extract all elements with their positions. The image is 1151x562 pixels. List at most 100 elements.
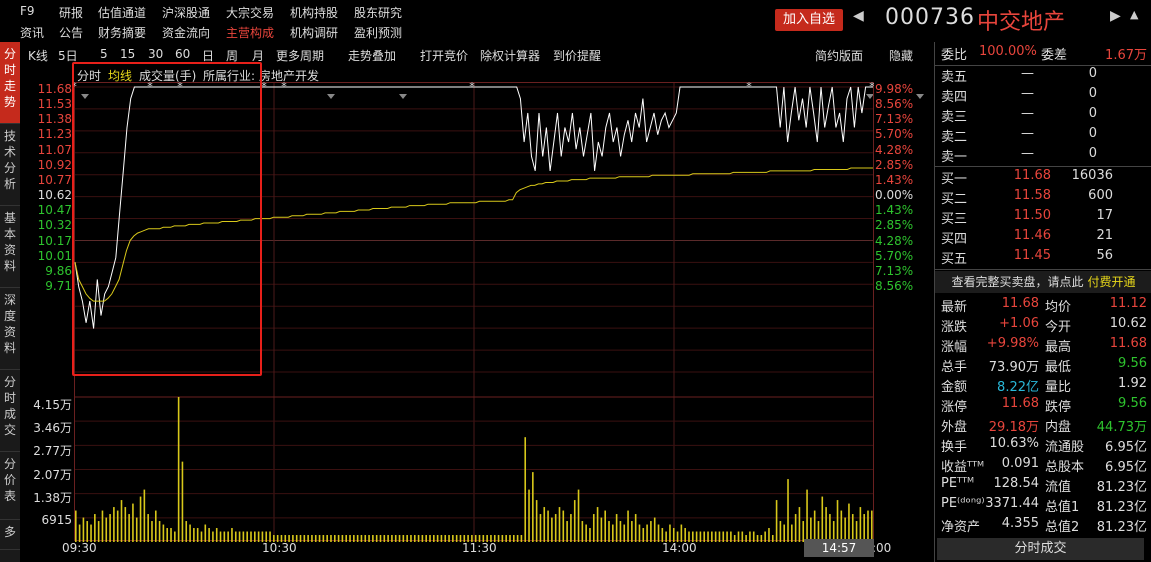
tick-detail-button[interactable]: 分时成交	[937, 538, 1144, 560]
volume-bar	[859, 507, 862, 542]
add-watchlist-button[interactable]: 加入自选	[775, 9, 843, 31]
volume-bar	[78, 524, 81, 542]
toolbar-item[interactable]: 30	[148, 47, 163, 61]
volume-bar	[791, 524, 793, 542]
topnav-item[interactable]: 股东研究	[354, 4, 402, 21]
cell: 9.56	[1118, 356, 1147, 371]
topnav-item[interactable]: 沪深股通	[162, 4, 210, 21]
percent-tick: 1.43%	[875, 172, 914, 187]
cell: +1.06	[999, 316, 1039, 331]
buy-row: 买五 11.45 56	[935, 248, 1151, 268]
toolbar-item[interactable]: 走势叠加	[348, 47, 408, 99]
cell: 内盘	[1045, 420, 1072, 435]
stat-row: 换手 10.63% 流通股 6.95亿	[935, 436, 1151, 456]
volume-bar	[669, 524, 671, 542]
topnav-item[interactable]: F9	[20, 4, 35, 18]
volume-bar	[764, 531, 766, 542]
topnav-item[interactable]: 机构持股	[290, 4, 338, 21]
left-tab[interactable]: 基本资料	[0, 206, 20, 288]
time-tick: 14:00	[662, 541, 697, 555]
volume-bar	[771, 535, 774, 542]
volume-bar	[440, 535, 443, 542]
time-tick: 09:30	[62, 541, 97, 555]
volume-bar	[604, 510, 606, 542]
price-tick: 9.86	[45, 263, 72, 278]
volume-bar	[113, 507, 115, 542]
asterisk-marker: *	[869, 82, 874, 93]
volume-bar	[730, 531, 732, 542]
volume-bar	[383, 535, 386, 542]
topnav-item[interactable]: 财务摘要	[98, 24, 146, 41]
volume-bar	[417, 535, 420, 542]
volume-bar	[82, 517, 85, 542]
topnav-item[interactable]: 研报	[59, 4, 83, 21]
topnav-item[interactable]: 盈利预测	[354, 24, 402, 41]
volume-bar	[745, 535, 747, 542]
left-tab[interactable]: 深度资料	[0, 288, 20, 370]
cell: 涨跌	[941, 320, 968, 335]
next-stock-icon[interactable]: ▶	[1110, 8, 1121, 24]
volume-bar	[775, 500, 778, 542]
volume-bar	[539, 514, 542, 542]
toolbar-item[interactable]: 60	[175, 47, 190, 61]
cell: 净资产	[941, 520, 981, 535]
percent-tick: 7.13%	[875, 112, 914, 127]
toolbar-item[interactable]: 5	[100, 47, 108, 61]
left-tab[interactable]: 分时走势	[0, 42, 20, 124]
volume-bar	[524, 437, 527, 542]
toolbar-item[interactable]: K线	[28, 47, 48, 64]
price-tick: 10.77	[37, 172, 72, 187]
volume-bar	[166, 528, 169, 542]
volume-bar	[779, 521, 782, 542]
topnav-item[interactable]: 主营构成	[226, 24, 274, 41]
volume-bar	[813, 510, 816, 542]
cell: 0	[1088, 106, 1097, 121]
volume-bar	[535, 500, 538, 542]
volume-bar	[322, 535, 325, 542]
toolbar-item[interactable]: 打开竞价	[420, 47, 468, 64]
volume-bar	[749, 531, 751, 542]
topnav-item[interactable]: 大宗交易	[226, 4, 274, 21]
pin-icon[interactable]: ▲	[1130, 8, 1138, 21]
volume-bar	[532, 472, 534, 542]
cell: 11.68	[1013, 168, 1051, 183]
left-tab[interactable]: 分价表	[0, 452, 20, 520]
cell: —	[1021, 106, 1034, 121]
promo-bar[interactable]: 查看完整买卖盘，请点此 付费开通	[935, 271, 1151, 293]
prev-stock-icon[interactable]: ◀	[853, 8, 864, 24]
volume-bar	[836, 500, 839, 542]
volume-bar	[505, 535, 507, 542]
volume-bar	[501, 535, 504, 542]
topnav-item[interactable]: 机构调研	[290, 24, 338, 41]
promo-link[interactable]: 付费开通	[1088, 275, 1136, 289]
left-tab[interactable]: 技术分析	[0, 124, 20, 206]
buy-row: 买一 11.68 16036	[935, 168, 1151, 188]
price-tick: 10.01	[37, 248, 72, 263]
volume-bar	[768, 528, 770, 542]
cell: 81.23亿	[1096, 500, 1147, 515]
stat-row: 涨幅 +9.98% 最高 11.68	[935, 336, 1151, 356]
volume-bar	[204, 524, 207, 542]
cell: 11.12	[1109, 296, 1147, 311]
volume-bar	[444, 535, 447, 542]
topnav-item[interactable]: 估值通道	[98, 4, 146, 21]
toolbar-item[interactable]: 更多周期	[276, 47, 336, 99]
cell: 100.00%	[979, 44, 1037, 59]
topnav-item[interactable]: 公告	[59, 24, 83, 41]
toolbar-right-item[interactable]: 简约版面	[815, 47, 875, 99]
volume-bar	[711, 531, 713, 542]
left-tab[interactable]: 多	[0, 520, 20, 550]
volume-bar	[714, 531, 717, 542]
toolbar-item[interactable]: 除权计算器	[480, 47, 540, 64]
divider	[935, 166, 1151, 167]
volume-bar	[661, 528, 664, 542]
topnav-item[interactable]: 资讯	[20, 24, 44, 41]
time-tick: :00	[872, 541, 892, 555]
left-tab[interactable]: 分时成交	[0, 370, 20, 452]
topnav-item[interactable]: 资金流向	[162, 24, 210, 41]
toolbar-item[interactable]: 到价提醒	[553, 47, 601, 64]
volume-bar	[543, 507, 546, 542]
cell: PEᵀᵀᴹ	[941, 476, 975, 491]
toolbar-item[interactable]: 15	[120, 47, 135, 61]
toolbar-right-item[interactable]: 隐藏	[889, 47, 925, 99]
